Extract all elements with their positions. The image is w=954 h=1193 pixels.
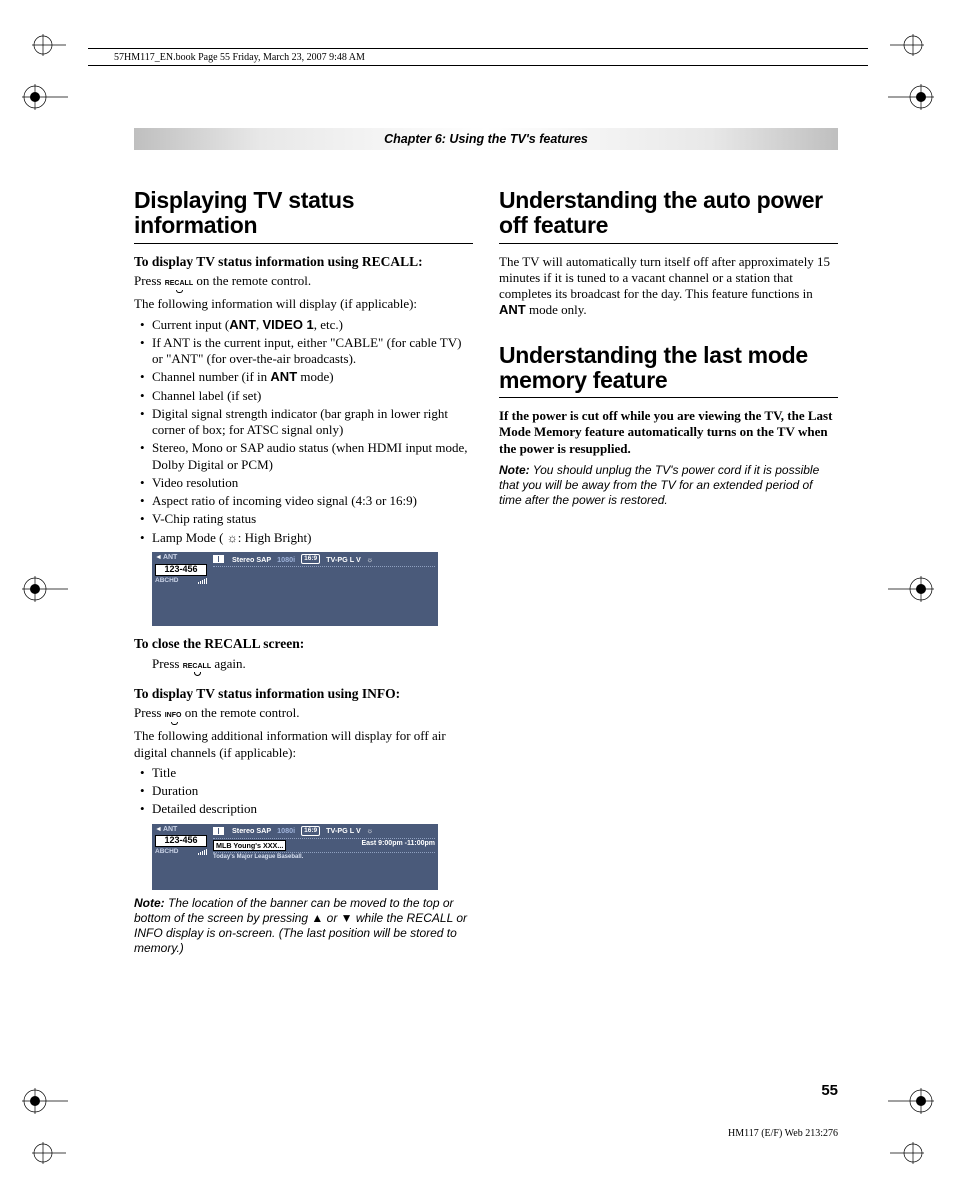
- list-item: Lamp Mode ( ☼: High Bright): [152, 530, 473, 546]
- osd-input: ANT: [155, 554, 207, 563]
- osd-input: ANT: [155, 826, 207, 835]
- register-mark-icon: [888, 576, 934, 602]
- signal-bars-icon: [198, 578, 207, 584]
- osd-program-time: East 9:00pm -11:00pm: [361, 840, 435, 851]
- register-mark-icon: [888, 1088, 934, 1114]
- subheading: To display TV status information using R…: [134, 254, 473, 271]
- osd-channel: 123-456: [155, 835, 207, 847]
- register-mark-icon: [22, 576, 68, 602]
- list-item: Video resolution: [152, 475, 473, 491]
- osd-resolution: 1080i: [277, 826, 295, 835]
- list-item: Stereo, Mono or SAP audio status (when H…: [152, 440, 473, 473]
- osd-recall-banner: ANT 123-456 ABCHD Stereo SAP 1080i 16:9: [152, 552, 438, 626]
- footer-doc-code: HM117 (E/F) Web 213:276: [728, 1128, 838, 1139]
- lamp-icon: ☼: [227, 531, 238, 545]
- content-columns: Displaying TV status information To disp…: [134, 188, 838, 959]
- paragraph: Press RECALL on the remote control.: [134, 273, 473, 293]
- chapter-heading-bar: Chapter 6: Using the TV's features: [134, 128, 838, 150]
- register-mark-icon: [22, 1088, 68, 1114]
- note: Note: You should unplug the TV's power c…: [499, 463, 838, 508]
- dolby-icon: [213, 826, 226, 836]
- register-mark-icon: [888, 84, 934, 110]
- osd-rating: TV-PG L V: [326, 826, 361, 835]
- section-rule: [499, 397, 838, 398]
- paragraph: Press INFO on the remote control.: [134, 705, 473, 725]
- lamp-icon: ☼: [367, 826, 374, 835]
- osd-channel: 123-456: [155, 564, 207, 576]
- list-item: Duration: [152, 783, 473, 799]
- section-heading: Displaying TV status information: [134, 188, 473, 239]
- osd-info-banner: ANT 123-456 ABCHD Stereo SAP 1080i 16:9: [152, 824, 438, 891]
- lamp-icon: ☼: [367, 555, 374, 564]
- osd-resolution: 1080i: [277, 555, 295, 564]
- paragraph: The TV will automatically turn itself of…: [499, 254, 838, 319]
- running-head: 57HM117_EN.book Page 55 Friday, March 23…: [114, 52, 365, 63]
- crop-mark-icon: [32, 34, 66, 56]
- list-item: V-Chip rating status: [152, 511, 473, 527]
- list-item: Current input (ANT, VIDEO 1, etc.): [152, 317, 473, 333]
- note: Note: The location of the banner can be …: [134, 896, 473, 956]
- list-item: Channel number (if in ANT mode): [152, 369, 473, 385]
- list-item: If ANT is the current input, either "CAB…: [152, 335, 473, 368]
- page-number: 55: [821, 1082, 838, 1099]
- list-item: Title: [152, 765, 473, 781]
- right-column: Understanding the auto power off feature…: [499, 188, 838, 959]
- subheading: To close the RECALL screen:: [134, 636, 473, 653]
- osd-label: ABCHD: [155, 577, 207, 585]
- osd-program-desc: Today's Major League Baseball.: [213, 853, 435, 862]
- left-column: Displaying TV status information To disp…: [134, 188, 473, 959]
- dolby-icon: [213, 554, 226, 564]
- info-button-icon: INFO: [165, 712, 182, 725]
- osd-label: ABCHD: [155, 848, 207, 856]
- header-rule: [88, 65, 868, 66]
- osd-rating: TV-PG L V: [326, 555, 361, 564]
- section-heading: Understanding the auto power off feature: [499, 188, 838, 239]
- osd-audio: Stereo SAP: [232, 555, 271, 564]
- list-item: Digital signal strength indicator (bar g…: [152, 406, 473, 439]
- section-rule: [499, 243, 838, 244]
- signal-bars-icon: [198, 849, 207, 855]
- paragraph: Press RECALL again.: [152, 656, 473, 676]
- list-item: Channel label (if set): [152, 388, 473, 404]
- list-item: Aspect ratio of incoming video signal (4…: [152, 493, 473, 509]
- paragraph: If the power is cut off while you are vi…: [499, 408, 838, 457]
- crop-mark-icon: [890, 34, 924, 56]
- crop-mark-icon: [32, 1142, 66, 1164]
- osd-aspect: 16:9: [301, 826, 320, 836]
- header-rule: [88, 48, 868, 49]
- bullet-list: Current input (ANT, VIDEO 1, etc.) If AN…: [134, 317, 473, 546]
- register-mark-icon: [22, 84, 68, 110]
- osd-program-title: MLB Young's XXX...: [213, 840, 286, 851]
- paragraph: The following information will display (…: [134, 296, 473, 312]
- bullet-list: Title Duration Detailed description: [134, 765, 473, 818]
- section-rule: [134, 243, 473, 244]
- crop-mark-icon: [890, 1142, 924, 1164]
- osd-aspect: 16:9: [301, 554, 320, 564]
- paragraph: The following additional information wil…: [134, 728, 473, 761]
- section-heading: Understanding the last mode memory featu…: [499, 343, 838, 394]
- list-item: Detailed description: [152, 801, 473, 817]
- subheading: To display TV status information using I…: [134, 686, 473, 703]
- recall-button-icon: RECALL: [183, 663, 211, 676]
- page: 57HM117_EN.book Page 55 Friday, March 23…: [0, 0, 954, 1193]
- osd-audio: Stereo SAP: [232, 826, 271, 835]
- recall-button-icon: RECALL: [165, 280, 193, 293]
